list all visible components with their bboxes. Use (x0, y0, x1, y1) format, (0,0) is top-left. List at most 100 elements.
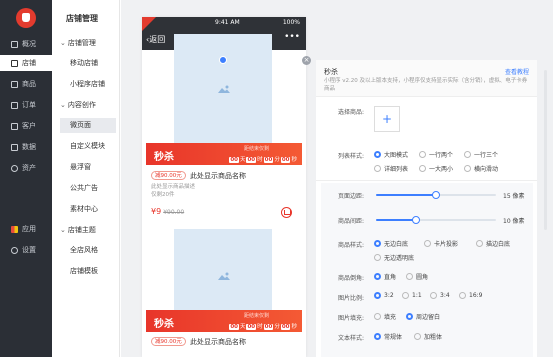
sidebar-item-label: 概况 (22, 40, 36, 48)
sidebar-item-goods[interactable]: 商品 (0, 76, 52, 92)
product-image-placeholder (174, 34, 272, 143)
product-price: ¥9 ¥90.00 (151, 207, 184, 216)
subnav-item-mobile-store[interactable]: 移动店铺 (60, 56, 116, 71)
subnav-group-label: 店铺主题 (67, 226, 96, 234)
component-desc: 小程序 v2.20 及以上版本支持，小程序仅支持显示实际（含分销），虚拟、电子卡… (324, 78, 528, 92)
radio-icon (374, 273, 381, 280)
sidebar-item-settings[interactable]: 设置 (0, 242, 52, 258)
subnav-item-custom-module[interactable]: 自定义模块 (60, 139, 116, 154)
radio-icon (464, 151, 471, 158)
old-price: ¥90.00 (163, 209, 185, 216)
corner-option[interactable]: 圆角 (406, 272, 428, 281)
slider-fill (376, 219, 416, 221)
subnav-item-public-ads[interactable]: 公共广告 (60, 181, 116, 196)
phone-preview: 9:41 AM 100% ‹返回 微页面标题 ••• 秒杀 距结束仅剩 00天0… (142, 17, 306, 357)
fill-option[interactable]: 填充 (374, 312, 396, 321)
option-label: 16:9 (469, 292, 483, 299)
corner-option[interactable]: 直角 (374, 272, 396, 281)
flash-sale-banner: 秒杀 距结束仅剩 00 天 00 时 00 分 00 秒 (146, 143, 302, 165)
sidebar-item-assets[interactable]: 资产 (0, 160, 52, 176)
list-style-option[interactable]: 一行两个 (419, 150, 453, 159)
banner-label: 秒杀 (154, 152, 174, 163)
data-icon (11, 143, 18, 151)
drag-handle[interactable] (219, 56, 227, 64)
chevron-down-icon: ⌄ (60, 39, 66, 47)
close-icon[interactable]: × (302, 56, 311, 65)
more-icon[interactable]: ••• (284, 32, 300, 42)
fill-option[interactable]: 周边留白 (406, 312, 440, 321)
radio-icon (459, 292, 466, 299)
help-link[interactable]: 查看教程 (505, 67, 529, 76)
ratio-option[interactable]: 3:2 (374, 292, 394, 299)
list-style-option[interactable]: 大图模式 (374, 150, 408, 159)
sidebar-item-orders[interactable]: 订单 (0, 97, 52, 113)
price-value: ¥9 (151, 207, 162, 216)
countdown-seconds: 00 (280, 157, 291, 163)
list-style-option[interactable]: 详细列表 (374, 164, 408, 173)
radio-icon (414, 333, 421, 340)
main-sidebar: 概况 店铺 商品 订单 客户 数据 资产 应用 设置 (0, 0, 52, 357)
list-style-option[interactable]: 一大两小 (419, 164, 453, 173)
panel-scrollbar[interactable] (544, 70, 547, 230)
slider-handle[interactable] (432, 191, 440, 199)
subnav-item-miniprogram-store[interactable]: 小程序店铺 (60, 77, 116, 92)
option-label: 详细列表 (384, 166, 409, 173)
list-style-label: 列表样式: (337, 153, 364, 160)
add-goods-button[interactable]: + (374, 106, 400, 132)
countdown-seconds: 00 (280, 324, 291, 330)
ratio-option[interactable]: 3:4 (430, 292, 450, 299)
radio-icon (374, 313, 381, 320)
style-settings-box (321, 183, 533, 357)
option-label: 无边白底 (384, 241, 409, 248)
flash-sale-banner: 秒杀 距结束仅剩 00 天 00 时 00 分 00 秒 (146, 310, 302, 332)
text-style-option[interactable]: 常规体 (374, 332, 402, 341)
slider-handle[interactable] (411, 216, 420, 224)
countdown-sep: 秒 (291, 157, 297, 163)
list-style-option[interactable]: 横向滑动 (464, 164, 498, 173)
page-margin-slider[interactable] (376, 191, 496, 199)
radio-icon (476, 240, 483, 247)
subnav-group-store[interactable]: ⌄ 店铺管理 (60, 38, 96, 48)
list-style-option[interactable]: 一行三个 (464, 150, 498, 159)
subnav-item-micropage[interactable]: 微页面 (60, 118, 116, 133)
slider-fill (376, 194, 436, 196)
radio-icon (374, 292, 381, 299)
option-label: 无边透明底 (384, 255, 415, 262)
countdown-timer: 00 天 00 时 00 分 00 秒 (228, 322, 297, 330)
subnav-item-floating-window[interactable]: 悬浮窗 (60, 160, 116, 175)
divider (316, 180, 537, 181)
radio-icon (406, 313, 413, 320)
countdown-sep: 秒 (291, 324, 297, 330)
subnav-group-content[interactable]: ⌄ 内容创作 (60, 100, 96, 110)
discount-tag: 减90.00元 (151, 171, 186, 180)
goods-style-option[interactable]: 无边透明底 (374, 253, 414, 262)
select-goods-label: 选择商品: (337, 109, 364, 116)
cart-icon[interactable] (281, 207, 292, 218)
sidebar-item-apps[interactable]: 应用 (0, 221, 52, 237)
sidebar-item-label: 应用 (22, 225, 36, 233)
radio-icon (464, 165, 471, 172)
app-logo[interactable] (16, 8, 36, 28)
subnav-group-label: 内容创作 (67, 101, 96, 109)
subnav-group-theme[interactable]: ⌄ 店铺主题 (60, 225, 96, 235)
sidebar-item-store[interactable]: 店铺 (0, 55, 52, 71)
countdown-label: 距结束仅剩 (243, 313, 269, 319)
product-image-placeholder (174, 229, 272, 310)
sidebar-item-customers[interactable]: 客户 (0, 118, 52, 134)
goods-style-option[interactable]: 描边白底 (476, 239, 510, 248)
subnav-item-material-center[interactable]: 素材中心 (60, 202, 116, 217)
option-label: 常规体 (384, 334, 403, 341)
ratio-label: 图片比例: (337, 295, 364, 302)
radio-icon (406, 273, 413, 280)
goods-margin-slider[interactable] (376, 216, 496, 224)
subnav-item-store-template[interactable]: 店铺模板 (60, 264, 116, 279)
sidebar-item-data[interactable]: 数据 (0, 139, 52, 155)
goods-style-option[interactable]: 无边白底 (374, 239, 408, 248)
goods-style-option[interactable]: 卡片投影 (424, 239, 458, 248)
text-style-option[interactable]: 加粗体 (414, 332, 442, 341)
ratio-option[interactable]: 1:1 (402, 292, 422, 299)
option-label: 横向滑动 (474, 166, 499, 173)
ratio-option[interactable]: 16:9 (459, 292, 482, 299)
sidebar-item-overview[interactable]: 概况 (0, 36, 52, 52)
subnav-item-store-style[interactable]: 全店风格 (60, 243, 116, 258)
